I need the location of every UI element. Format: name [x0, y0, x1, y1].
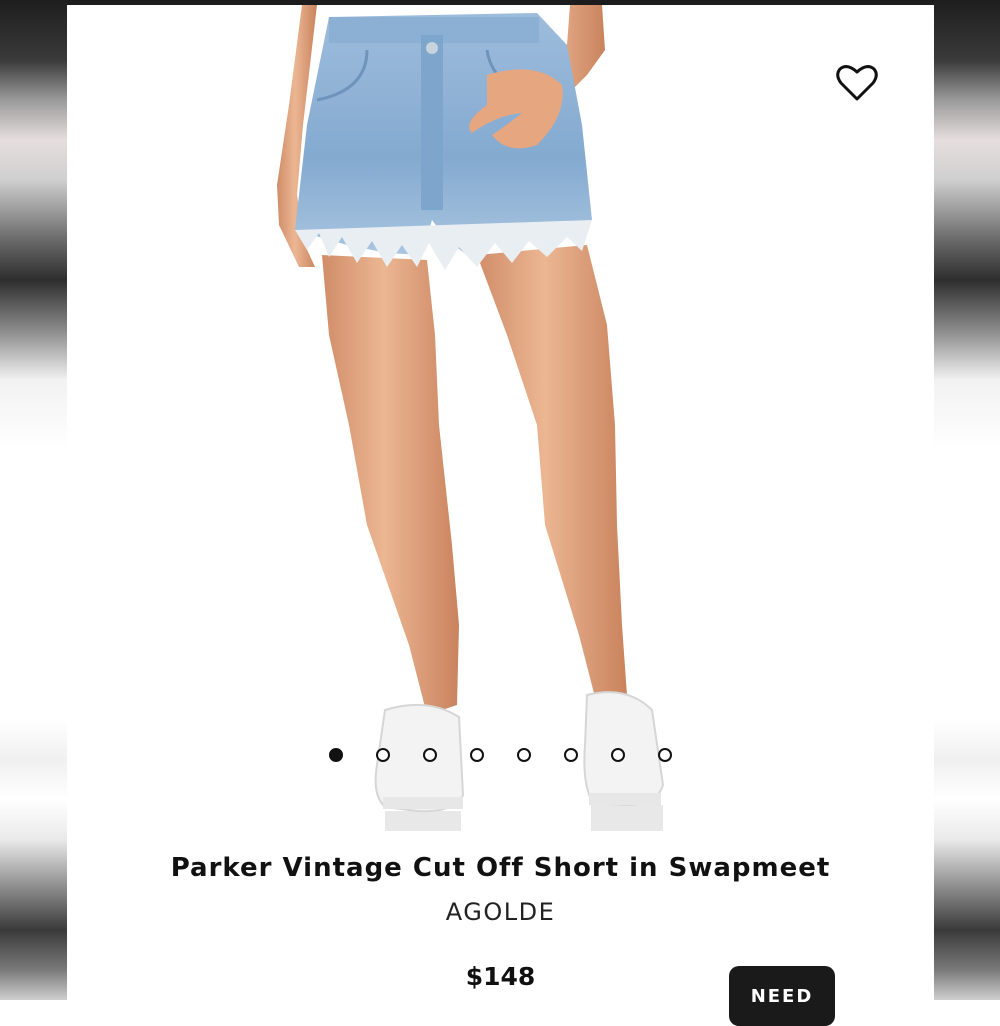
gallery-dot[interactable] — [658, 748, 672, 762]
letterbox-right — [934, 0, 1000, 1000]
gallery-dot[interactable] — [329, 748, 343, 762]
heart-icon[interactable] — [835, 63, 879, 103]
letterbox-left — [0, 0, 67, 1000]
product-card: Parker Vintage Cut Off Short in Swapmeet… — [67, 5, 934, 1000]
gallery-dot[interactable] — [423, 748, 437, 762]
product-title: Parker Vintage Cut Off Short in Swapmeet — [170, 853, 831, 883]
gallery-pagination — [67, 748, 934, 766]
gallery-dot[interactable] — [376, 748, 390, 762]
gallery-dot[interactable] — [564, 748, 578, 762]
product-brand[interactable]: AGOLDE — [67, 898, 934, 926]
need-help-button[interactable]: NEED — [729, 966, 835, 1026]
product-image[interactable] — [67, 5, 934, 831]
gallery-dot[interactable] — [611, 748, 625, 762]
gallery-dot[interactable] — [470, 748, 484, 762]
gallery-dot[interactable] — [517, 748, 531, 762]
